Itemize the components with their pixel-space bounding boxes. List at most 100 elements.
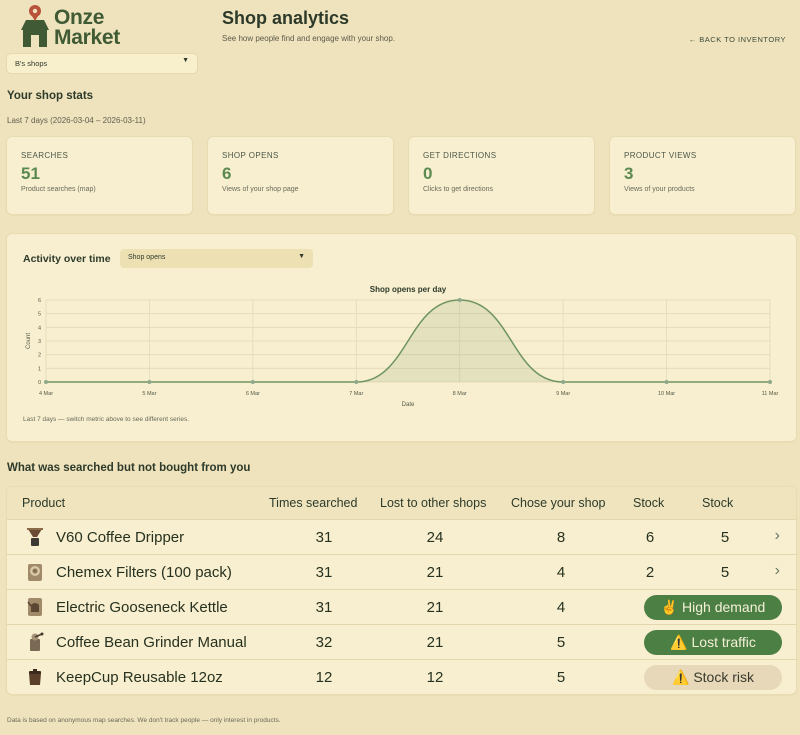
dripper-icon <box>27 528 43 546</box>
chose-your-shop: 5 <box>556 669 566 686</box>
market-logo-icon <box>21 5 49 47</box>
times-searched: 31 <box>315 564 333 581</box>
table-row[interactable]: Coffee Bean Grinder Manual 32 21 5 ⚠️ Lo… <box>7 624 796 659</box>
page-subtitle: See how people find and engage with your… <box>222 34 396 43</box>
metric-select[interactable]: Shop opens ▼ <box>120 249 313 268</box>
cup-icon <box>29 669 41 685</box>
y-tick-label: 2 <box>38 353 41 359</box>
activity-footnote: Last 7 days — switch metric above to see… <box>23 416 190 423</box>
y-tick-label: 0 <box>38 380 41 386</box>
stat-label: SEARCHES <box>21 151 69 160</box>
y-tick-label: 4 <box>38 325 41 331</box>
times-searched: 12 <box>315 669 333 686</box>
stats-date-range: Last 7 days (2026-03-04 – 2026-03-11) <box>7 116 146 125</box>
stock-value-2: 5 <box>720 564 730 581</box>
page-title: Shop analytics <box>222 8 350 28</box>
x-tick-label: 8 Mar <box>453 391 467 397</box>
brand-name-line2: Market <box>54 26 120 49</box>
caret-down-icon: ▼ <box>298 253 305 260</box>
lost-searches-table: Product Times searched Lost to other sho… <box>7 487 796 694</box>
onze-market-logo[interactable]: Onze Market <box>18 4 138 50</box>
data-point <box>250 380 255 384</box>
activity-chart: Shop opens per day 0 1 2 3 4 5 6 4 Mar 5 Mar 6 Mar… <box>26 285 779 408</box>
table-row[interactable]: Chemex Filters (100 pack) 31 21 4 2 5 › <box>7 554 796 589</box>
shop-select-value: B's shops <box>15 59 48 68</box>
col-stock-2: Stock <box>702 496 734 510</box>
y-axis-label: Count <box>26 333 32 349</box>
lost-to-other-shops: 21 <box>426 599 444 616</box>
product-name: Chemex Filters (100 pack) <box>56 564 232 581</box>
lost-searches-title: What was searched but not bought from yo… <box>7 462 251 474</box>
lost-traffic-badge: ⚠️ Lost traffic <box>644 630 782 655</box>
col-chose-your-shop: Chose your shop <box>511 496 606 510</box>
back-to-inventory-link[interactable]: ← BACK TO INVENTORY <box>689 35 786 44</box>
times-searched: 31 <box>315 599 333 616</box>
x-tick-label: 4 Mar <box>39 391 53 397</box>
shop-select[interactable]: B's shops ▼ <box>7 54 197 73</box>
stock-value: 2 <box>645 564 655 581</box>
footer-note: Data is based on anonymous map searches.… <box>7 717 281 724</box>
x-tick-label: 5 Mar <box>142 391 156 397</box>
stat-value: 3 <box>624 164 634 183</box>
table-row[interactable]: V60 Coffee Dripper 31 24 8 6 5 › <box>7 519 796 554</box>
stat-label: GET DIRECTIONS <box>423 151 497 160</box>
product-name: Electric Gooseneck Kettle <box>56 599 228 616</box>
stat-desc: Clicks to get directions <box>423 186 494 193</box>
chose-your-shop: 8 <box>556 529 566 546</box>
table-row[interactable]: Electric Gooseneck Kettle 31 21 4 ✌️ Hig… <box>7 589 796 624</box>
chose-your-shop: 5 <box>556 634 566 651</box>
chose-your-shop: 4 <box>556 599 566 616</box>
stat-desc: Views of your products <box>624 186 695 193</box>
lost-to-other-shops: 21 <box>426 634 444 651</box>
shop-stats-title: Your shop stats <box>7 90 94 102</box>
y-tick-label: 1 <box>38 366 41 372</box>
stock-risk-badge: ⚠️ Stock risk <box>644 665 782 690</box>
col-product: Product <box>22 496 66 510</box>
x-tick-label: 10 Mar <box>658 391 675 397</box>
stat-value: 0 <box>423 164 433 183</box>
stat-card-shop-opens: SHOP OPENS 6 Views of your shop page <box>208 137 393 214</box>
stock-value: 6 <box>645 529 655 546</box>
chart-title: Shop opens per day <box>370 285 447 294</box>
product-name: KeepCup Reusable 12oz <box>56 669 223 686</box>
data-point <box>354 380 359 384</box>
lost-to-other-shops: 21 <box>426 564 444 581</box>
brand-name-line1: Onze <box>54 6 105 29</box>
data-point <box>768 380 772 384</box>
product-name: Coffee Bean Grinder Manual <box>56 634 247 651</box>
data-point <box>147 380 152 384</box>
grinder-icon <box>30 632 44 651</box>
x-tick-label: 6 Mar <box>246 391 260 397</box>
data-point <box>561 380 566 384</box>
x-tick-label: 11 Mar <box>762 391 779 397</box>
stock-value-2: 5 <box>720 529 730 546</box>
stat-card-searches: SEARCHES 51 Product searches (map) <box>7 137 192 214</box>
kettle-icon <box>27 598 42 616</box>
times-searched: 32 <box>315 634 333 651</box>
high-demand-badge: ✌️ High demand <box>644 595 782 620</box>
stat-desc: Product searches (map) <box>21 186 96 193</box>
data-point <box>664 380 669 384</box>
stat-card-product-views: PRODUCT VIEWS 3 Views of your products <box>610 137 795 214</box>
x-axis-label: Date <box>402 402 415 408</box>
data-point <box>44 380 48 384</box>
chevron-right-icon[interactable]: › <box>775 527 780 545</box>
chevron-right-icon[interactable]: › <box>775 562 780 580</box>
stat-value: 6 <box>222 164 232 183</box>
times-searched: 31 <box>315 529 333 546</box>
lost-to-other-shops: 12 <box>426 669 444 686</box>
metric-select-value: Shop opens <box>128 254 166 261</box>
stat-label: PRODUCT VIEWS <box>624 151 697 160</box>
table-row[interactable]: KeepCup Reusable 12oz 12 12 5 ⚠️ Stock r… <box>7 659 796 694</box>
col-lost-to-other-shops: Lost to other shops <box>380 496 487 510</box>
table-header: Product Times searched Lost to other sho… <box>7 487 796 519</box>
stat-label: SHOP OPENS <box>222 151 279 160</box>
activity-card: Activity over time Shop opens ▼ Shop ope… <box>7 234 796 441</box>
activity-title: Activity over time <box>23 253 111 265</box>
stat-card-get-directions: GET DIRECTIONS 0 Clicks to get direction… <box>409 137 594 214</box>
col-times-searched: Times searched <box>269 496 358 510</box>
x-tick-label: 9 Mar <box>556 391 570 397</box>
data-point <box>457 298 462 302</box>
y-tick-label: 6 <box>38 298 41 304</box>
stat-desc: Views of your shop page <box>222 186 299 193</box>
